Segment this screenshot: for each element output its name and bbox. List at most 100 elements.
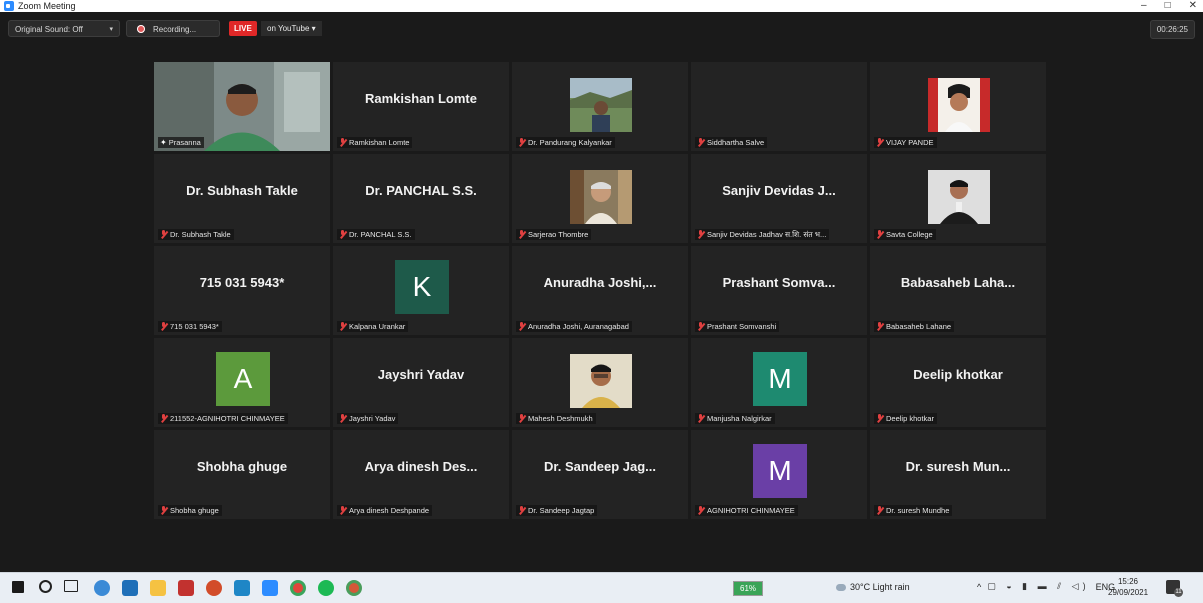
windows-start-icon[interactable]: [12, 581, 24, 593]
participant-name-text: Prashant Somvanshi: [707, 322, 777, 331]
participant-name-text: Siddhartha Salve: [707, 138, 765, 147]
participant-display-name: Dr. PANCHAL S.S.: [365, 183, 477, 198]
weather-text: 30°C Light rain: [850, 582, 910, 592]
participant-name-label: Savta College: [874, 229, 936, 240]
participant-tile[interactable]: Babasaheb Laha... Babasaheb Lahane: [870, 246, 1046, 335]
participant-tile[interactable]: Shobha ghuge Shobha ghuge: [154, 430, 330, 519]
participant-tile[interactable]: Siddhartha Salve: [691, 62, 867, 151]
original-sound-label: Original Sound: Off: [15, 25, 83, 34]
participant-tile[interactable]: VIJAY PANDE: [870, 62, 1046, 151]
participant-tile[interactable]: Dr. Pandurang Kalyankar: [512, 62, 688, 151]
participant-tile[interactable]: A 211552-AGNIHOTRI CHINMAYEE: [154, 338, 330, 427]
participant-display-name: 715 031 5943*: [199, 275, 285, 290]
participant-tile[interactable]: Dr. Sandeep Jag... Dr. Sandeep Jagtap: [512, 430, 688, 519]
task-view-icon[interactable]: [64, 580, 78, 592]
search-icon[interactable]: [39, 580, 52, 593]
participant-name-text: Dr. suresh Mundhe: [886, 506, 950, 515]
window-title: Zoom Meeting: [18, 1, 76, 11]
muted-mic-icon: [876, 230, 884, 239]
participant-name-text: VIJAY PANDE: [886, 138, 934, 147]
meeting-topbar: Original Sound: Off ▾ Recording... LIVE …: [0, 16, 1203, 39]
participant-tile[interactable]: Prashant Somva... Prashant Somvanshi: [691, 246, 867, 335]
participant-tile[interactable]: ✦ Prasanna: [154, 62, 330, 151]
participant-tile[interactable]: M AGNIHOTRI CHINMAYEE: [691, 430, 867, 519]
participant-name-text: 715 031 5943*: [170, 322, 219, 331]
participant-tile[interactable]: Sanjiv Devidas J... Sanjiv Devidas Jadhav…: [691, 154, 867, 243]
participant-name-text: Dr. Subhash Takle: [170, 230, 231, 239]
participant-name-label: VIJAY PANDE: [874, 137, 937, 148]
participant-name-label: AGNIHOTRI CHINMAYEE: [695, 505, 798, 516]
participant-tile[interactable]: Ramkishan Lomte Ramkishan Lomte: [333, 62, 509, 151]
restore-button[interactable]: □: [1165, 0, 1171, 12]
battery-indicator[interactable]: 61%: [733, 581, 764, 596]
muted-mic-icon: [160, 506, 168, 515]
zoom-logo-icon: [4, 1, 14, 11]
close-button[interactable]: ✕: [1189, 0, 1197, 12]
participant-tile[interactable]: K Kalpana Urankar: [333, 246, 509, 335]
weather-widget[interactable]: 30°C Light rain: [836, 582, 910, 592]
participant-tile[interactable]: Dr. Subhash Takle Dr. Subhash Takle: [154, 154, 330, 243]
participant-profile-photo: [570, 354, 632, 408]
powerpoint-icon[interactable]: [206, 580, 222, 596]
security-icon[interactable]: [178, 580, 194, 596]
participant-display-name: Deelip khotkar: [913, 367, 1003, 382]
chevron-down-icon[interactable]: ▾: [109, 21, 113, 38]
participant-tile[interactable]: Dr. PANCHAL S.S. Dr. PANCHAL S.S.: [333, 154, 509, 243]
participant-name-label: Kalpana Urankar: [337, 321, 409, 332]
participant-tile[interactable]: 715 031 5943* 715 031 5943*: [154, 246, 330, 335]
muted-mic-icon: [339, 230, 347, 239]
participant-name-label: Shobha ghuge: [158, 505, 222, 516]
participant-display-name: Shobha ghuge: [196, 459, 288, 474]
muted-mic-icon: [876, 506, 884, 515]
file-explorer-icon[interactable]: [150, 580, 166, 596]
participant-display-name: Arya dinesh Des...: [364, 459, 478, 474]
participant-name-label: Ramkishan Lomte: [337, 137, 413, 148]
notification-icon[interactable]: [1166, 580, 1183, 597]
system-tray[interactable]: ^ ▢ ◒ ▮ ▬ ⫽ ◁) ENG: [977, 581, 1115, 592]
participant-tile[interactable]: Jayshri Yadav Jayshri Yadav: [333, 338, 509, 427]
participant-name-text: Dr. Sandeep Jagtap: [528, 506, 595, 515]
mail-icon[interactable]: [122, 580, 138, 596]
participant-name-label: Babasaheb Lahane: [874, 321, 955, 332]
outlook-icon[interactable]: [234, 580, 250, 596]
participant-name-label: Mahesh Deshmukh: [516, 413, 596, 424]
recording-label: Recording...: [153, 25, 197, 34]
participant-name-text: Arya dinesh Deshpande: [349, 506, 430, 515]
muted-mic-icon: [697, 230, 705, 239]
participant-name-text: Deelip khotkar: [886, 414, 934, 423]
participant-tile[interactable]: Anuradha Joshi,... Anuradha Joshi, Aurana…: [512, 246, 688, 335]
recording-indicator[interactable]: Recording...: [126, 20, 220, 37]
meeting-area: Original Sound: Off ▾ Recording... LIVE …: [0, 12, 1203, 568]
participant-profile-photo: [928, 170, 990, 224]
participant-tile[interactable]: Sarjerao Thombre: [512, 154, 688, 243]
participant-tile[interactable]: M Manjusha Nalgirkar: [691, 338, 867, 427]
participant-tile[interactable]: Dr. suresh Mun... Dr. suresh Mundhe: [870, 430, 1046, 519]
participant-tile[interactable]: Deelip khotkar Deelip khotkar: [870, 338, 1046, 427]
minimize-button[interactable]: –: [1141, 0, 1147, 12]
participant-name-text: Kalpana Urankar: [349, 322, 406, 331]
live-platform-dropdown[interactable]: on YouTube ▾: [261, 21, 322, 36]
chrome-profile-icon[interactable]: [346, 580, 362, 596]
muted-mic-icon: [518, 414, 526, 423]
participant-profile-photo: [570, 170, 632, 224]
chrome-icon[interactable]: [290, 580, 306, 596]
live-badge[interactable]: LIVE: [229, 21, 257, 36]
zoom-taskbar-icon[interactable]: [262, 580, 278, 596]
taskbar-clock[interactable]: 15:26 29/09/2021: [1108, 576, 1148, 598]
muted-mic-icon: [518, 506, 526, 515]
participant-tile[interactable]: Arya dinesh Des... Arya dinesh Deshpande: [333, 430, 509, 519]
muted-mic-icon: [876, 414, 884, 423]
participant-name-text: Ramkishan Lomte: [349, 138, 410, 147]
original-sound-toggle[interactable]: Original Sound: Off ▾: [8, 20, 120, 37]
spotify-icon[interactable]: [318, 580, 334, 596]
participant-name-label: Sanjiv Devidas Jadhav स.शि. संत भ...: [695, 229, 830, 240]
participant-avatar-initial: M: [753, 352, 807, 406]
participant-name-text: Sarjerao Thombre: [528, 230, 589, 239]
edge-browser-icon[interactable]: [94, 580, 110, 596]
tray-chevron-icon[interactable]: ^: [977, 582, 981, 592]
participant-profile-photo: [928, 78, 990, 132]
participant-tile[interactable]: Mahesh Deshmukh: [512, 338, 688, 427]
tray-icons[interactable]: ▢ ◒ ▮ ▬ ⫽ ◁): [987, 581, 1089, 592]
participant-tile[interactable]: Savta College: [870, 154, 1046, 243]
participant-name-label: Dr. Pandurang Kalyankar: [516, 137, 615, 148]
